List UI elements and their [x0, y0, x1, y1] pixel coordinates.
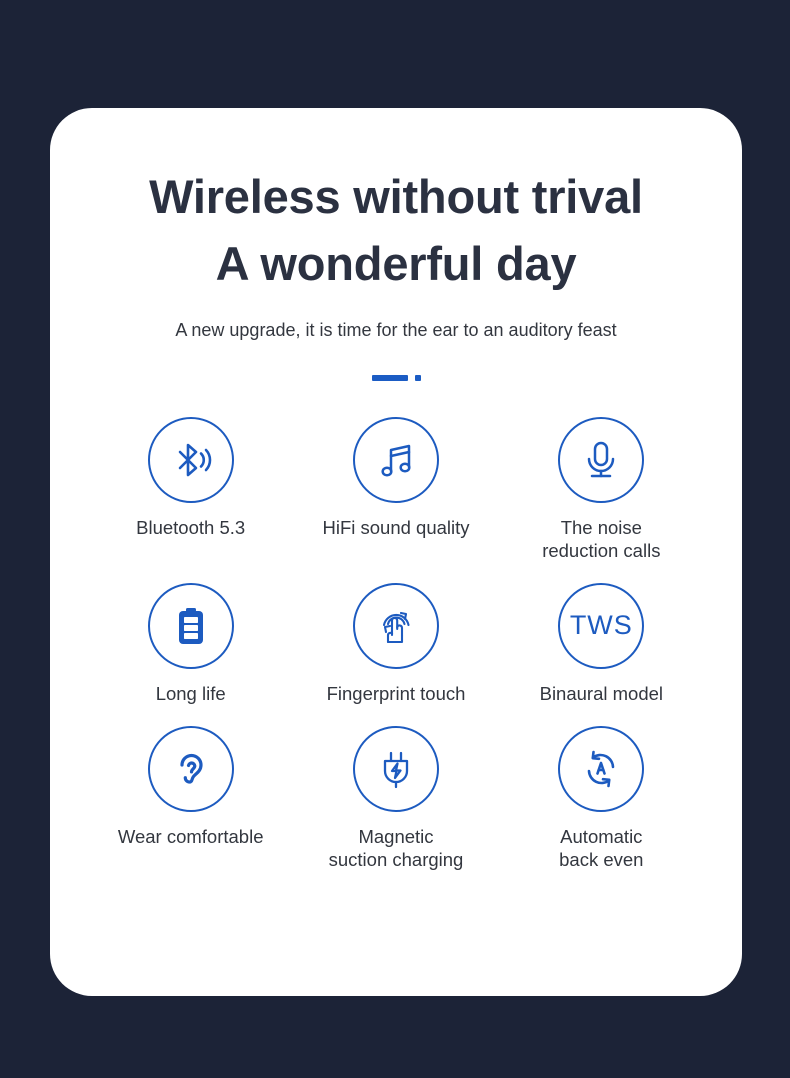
- divider-bar: [371, 374, 408, 381]
- feature-label: Fingerprint touch: [326, 682, 466, 704]
- feature-label: Automatic back even: [559, 825, 644, 870]
- feature-label: The noise reduction calls: [542, 516, 661, 561]
- feature-label: Magnetic suction charging: [328, 825, 464, 870]
- ear-icon: [147, 725, 234, 812]
- feature-item: The noise reduction calls: [499, 416, 704, 563]
- page-subtitle: A new upgrade, it is time for the ear to…: [175, 320, 617, 341]
- tws-label: TWS: [569, 610, 633, 641]
- feature-item: Magnetic suction charging: [293, 725, 498, 872]
- feature-label: Bluetooth 5.3: [136, 516, 246, 538]
- power-plug-charging-icon: [352, 725, 439, 812]
- auto-sync-icon: [558, 725, 645, 812]
- divider: [50, 374, 742, 381]
- headline-line-1: Wireless without trival: [149, 170, 643, 223]
- page-title: Wireless without trival A wonderful day: [50, 108, 742, 297]
- divider-dot: [414, 374, 421, 381]
- feature-item: Automatic back even: [499, 725, 704, 872]
- music-note-icon: [352, 416, 439, 503]
- feature-label: Wear comfortable: [117, 825, 264, 847]
- feature-label: HiFi sound quality: [322, 516, 470, 538]
- feature-item: Fingerprint touch: [293, 582, 498, 706]
- poster-stage: Wireless without trival A wonderful day …: [0, 0, 790, 1078]
- headline-line-2: A wonderful day: [215, 236, 577, 290]
- feature-item: TWS Binaural model: [499, 582, 704, 706]
- feature-label: Binaural model: [539, 682, 664, 704]
- feature-item: Wear comfortable: [88, 725, 293, 872]
- feature-item: HiFi sound quality: [293, 416, 498, 563]
- fingerprint-touch-icon: [352, 582, 439, 669]
- battery-icon: [147, 582, 234, 669]
- feature-grid: Bluetooth 5.3 HiFi sound quality The noi…: [50, 416, 742, 872]
- feature-item: Bluetooth 5.3: [88, 416, 293, 563]
- feature-item: Long life: [88, 582, 293, 706]
- bluetooth-icon: [147, 416, 234, 503]
- feature-card: Wireless without trival A wonderful day …: [50, 108, 742, 996]
- tws-text-icon: TWS: [558, 582, 645, 669]
- feature-label: Long life: [155, 682, 226, 704]
- microphone-icon: [558, 416, 645, 503]
